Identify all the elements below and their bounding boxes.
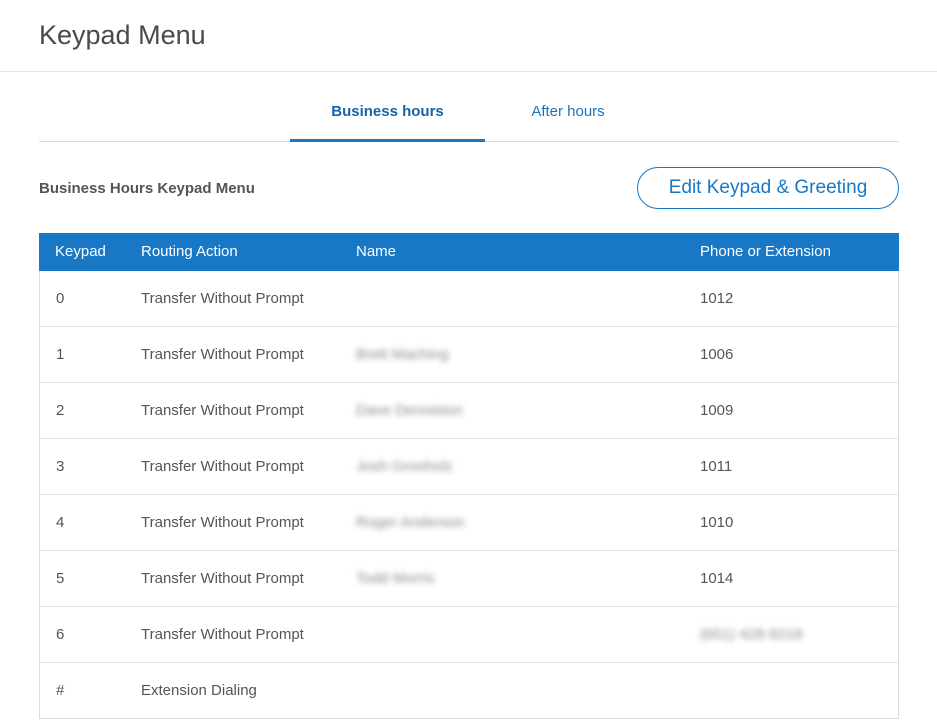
cell-routing-action: Transfer Without Prompt [141, 626, 304, 643]
cell-keypad: 4 [56, 514, 65, 531]
cell-routing-action: Transfer Without Prompt [141, 290, 304, 307]
table-row[interactable]: # Extension Dialing [40, 663, 898, 718]
cell-keypad: 5 [56, 570, 65, 587]
cell-phone: 1009 [700, 402, 734, 419]
cell-name: Brett Maching [356, 346, 449, 363]
table-row[interactable]: 0 Transfer Without Prompt 1012 [40, 271, 898, 327]
cell-keypad: 3 [56, 458, 65, 475]
header-keypad: Keypad [55, 243, 106, 260]
cell-phone: 1006 [700, 346, 734, 363]
cell-name: Todd Morris [356, 570, 435, 587]
cell-name: Josh Gronholz [356, 458, 453, 475]
cell-phone: (651) 428-9218 [700, 626, 803, 643]
cell-phone: 1014 [700, 570, 734, 587]
table-header: Keypad Routing Action Name Phone or Exte… [39, 233, 899, 271]
cell-phone: 1010 [700, 514, 734, 531]
cell-name: Dave Denniston [356, 402, 463, 419]
keypad-table: Keypad Routing Action Name Phone or Exte… [39, 233, 899, 719]
cell-keypad: 2 [56, 402, 65, 419]
tab-bar: Business hours After hours [39, 90, 899, 142]
tab-after-hours[interactable]: After hours [509, 90, 627, 142]
cell-routing-action: Transfer Without Prompt [141, 346, 304, 363]
cell-keypad: 0 [56, 290, 65, 307]
cell-name: Roger Anderson [356, 514, 465, 531]
edit-keypad-greeting-button[interactable]: Edit Keypad & Greeting [637, 167, 899, 209]
header-routing-action: Routing Action [141, 243, 238, 260]
cell-phone: 1012 [700, 290, 734, 307]
section-title: Business Hours Keypad Menu [39, 180, 255, 197]
cell-routing-action: Transfer Without Prompt [141, 570, 304, 587]
cell-phone: 1011 [700, 458, 733, 475]
cell-keypad: # [56, 682, 65, 699]
cell-routing-action: Transfer Without Prompt [141, 402, 304, 419]
cell-routing-action: Transfer Without Prompt [141, 514, 304, 531]
table-row[interactable]: 4 Transfer Without Prompt Roger Anderson… [40, 495, 898, 551]
cell-routing-action: Transfer Without Prompt [141, 458, 304, 475]
header-phone-extension: Phone or Extension [700, 243, 831, 260]
table-row[interactable]: 6 Transfer Without Prompt (651) 428-9218 [40, 607, 898, 663]
page-title: Keypad Menu [39, 20, 206, 50]
table-row[interactable]: 1 Transfer Without Prompt Brett Maching … [40, 327, 898, 383]
header-name: Name [356, 243, 397, 260]
cell-keypad: 1 [56, 346, 65, 363]
table-row[interactable]: 3 Transfer Without Prompt Josh Gronholz … [40, 439, 898, 495]
table-row[interactable]: 2 Transfer Without Prompt Dave Denniston… [40, 383, 898, 439]
cell-keypad: 6 [56, 626, 65, 643]
page-header: Keypad Menu [0, 0, 937, 72]
table-row[interactable]: 5 Transfer Without Prompt Todd Morris 10… [40, 551, 898, 607]
cell-routing-action: Extension Dialing [141, 682, 257, 699]
tab-business-hours[interactable]: Business hours [290, 90, 485, 142]
